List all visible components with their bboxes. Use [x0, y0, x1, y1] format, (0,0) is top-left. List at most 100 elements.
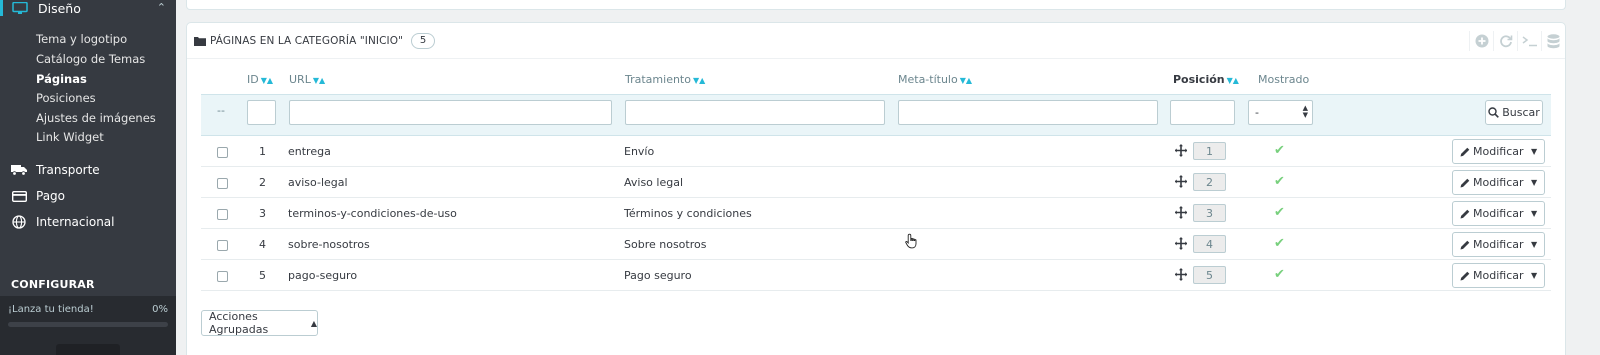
check-icon[interactable]: ✔	[1274, 236, 1285, 251]
search-label: Buscar	[1502, 106, 1540, 119]
cell-id: 4	[259, 238, 266, 251]
filter-url-input[interactable]	[289, 100, 612, 125]
edit-button[interactable]: Modificar	[1453, 145, 1524, 158]
panel-toolbar	[1469, 31, 1565, 51]
column-header-shown: Mostrado	[1258, 73, 1310, 86]
sidebar-subitem-tema[interactable]: Tema y logotipo	[36, 32, 127, 46]
section-heading-configurar: CONFIGURAR	[11, 278, 95, 291]
select-value: -	[1255, 106, 1259, 119]
add-icon[interactable]	[1469, 31, 1493, 51]
drag-handle-icon[interactable]	[1175, 237, 1187, 250]
sort-arrows-icon[interactable]: ▼▲	[693, 76, 705, 85]
cell-url: sobre-nosotros	[288, 238, 370, 251]
drag-handle-icon[interactable]	[1175, 268, 1187, 281]
filter-id-input[interactable]	[247, 100, 276, 125]
filter-select-all[interactable]: --	[217, 104, 225, 117]
edit-button[interactable]: Modificar	[1453, 269, 1524, 282]
row-checkbox[interactable]	[217, 209, 228, 220]
sidebar-item-pago[interactable]: Pago	[0, 185, 176, 207]
sidebar-item-label: Pago	[36, 189, 66, 203]
pencil-icon	[1460, 147, 1470, 156]
row-checkbox[interactable]	[217, 147, 228, 158]
table-row: 1 entrega Envío 1 ✔ Modificar ▼	[201, 136, 1551, 167]
edit-button[interactable]: Modificar	[1453, 176, 1524, 189]
count-badge: 5	[411, 32, 436, 49]
check-icon[interactable]: ✔	[1274, 267, 1285, 282]
caret-down-icon[interactable]: ▼	[1524, 178, 1544, 187]
drag-handle-icon[interactable]	[1175, 144, 1187, 157]
bulk-actions-button[interactable]: Acciones Agrupadas ▲	[201, 310, 318, 336]
cell-url: terminos-y-condiciones-de-uso	[288, 207, 457, 220]
sidebar-item-diseno[interactable]: Diseño ⌃	[0, 0, 176, 16]
search-button[interactable]: Buscar	[1485, 100, 1543, 125]
sidebar-subitem-catalogo[interactable]: Catálogo de Temas	[36, 52, 145, 66]
pencil-icon	[1460, 240, 1470, 249]
refresh-icon[interactable]	[1493, 31, 1517, 51]
cell-treatment: Sobre nosotros	[624, 238, 707, 251]
edit-label: Modificar	[1473, 207, 1524, 220]
filter-shown-select[interactable]: - ▲ ▼	[1248, 100, 1313, 125]
edit-button-group: Modificar ▼	[1452, 170, 1545, 195]
sidebar-item-label: Transporte	[36, 163, 100, 177]
cell-id: 1	[259, 145, 266, 158]
launch-button[interactable]	[56, 344, 120, 355]
table-row: 2 aviso-legal Aviso legal 2 ✔ Modificar …	[201, 167, 1551, 198]
column-header-treatment[interactable]: Tratamiento ▼▲	[625, 73, 705, 86]
folder-icon	[194, 36, 206, 46]
column-header-url[interactable]: URL ▼▲	[289, 73, 325, 86]
sidebar-item-transporte[interactable]: Transporte	[0, 159, 176, 181]
edit-button-group: Modificar ▼	[1452, 139, 1545, 164]
monitor-icon	[12, 2, 28, 14]
launch-percent: 0%	[152, 304, 168, 315]
pencil-icon	[1460, 271, 1470, 280]
header-label: URL	[289, 73, 311, 86]
sidebar-subitem-linkwidget[interactable]: Link Widget	[36, 130, 104, 144]
column-header-meta-title[interactable]: Meta-título ▼▲	[898, 73, 972, 86]
bulk-actions-label: Acciones Agrupadas	[209, 310, 269, 336]
caret-down-icon[interactable]: ▼	[1524, 240, 1544, 249]
drag-handle-icon[interactable]	[1175, 175, 1187, 188]
drag-handle-icon[interactable]	[1175, 206, 1187, 219]
caret-down-icon[interactable]: ▼	[1524, 147, 1544, 156]
filter-position-input[interactable]	[1170, 100, 1235, 125]
launch-progress-bar	[8, 322, 168, 327]
row-checkbox[interactable]	[217, 271, 228, 282]
header-label: Tratamiento	[625, 73, 691, 86]
filter-treatment-input[interactable]	[625, 100, 885, 125]
edit-button[interactable]: Modificar	[1453, 238, 1524, 251]
cell-url: entrega	[288, 145, 331, 158]
sql-icon[interactable]	[1517, 31, 1541, 51]
caret-down-icon[interactable]: ▼	[1524, 209, 1544, 218]
edit-button[interactable]: Modificar	[1453, 207, 1524, 220]
row-checkbox[interactable]	[217, 240, 228, 251]
position-value: 2	[1193, 173, 1226, 191]
row-checkbox[interactable]	[217, 178, 228, 189]
cell-treatment: Envío	[624, 145, 655, 158]
check-icon[interactable]: ✔	[1274, 205, 1285, 220]
position-value: 4	[1193, 235, 1226, 253]
column-header-position[interactable]: Posición ▼▲	[1173, 73, 1239, 86]
sidebar-subitem-posiciones[interactable]: Posiciones	[36, 91, 96, 105]
check-icon[interactable]: ✔	[1274, 143, 1285, 158]
launch-store-widget[interactable]: ¡Lanza tu tienda! 0%	[0, 296, 176, 355]
truck-icon	[11, 162, 27, 178]
sidebar-subitem-imagenes[interactable]: Ajustes de imágenes	[36, 111, 156, 125]
caret-down-icon[interactable]: ▼	[1524, 271, 1544, 280]
sort-arrows-icon[interactable]: ▼▲	[261, 76, 273, 85]
sort-arrows-icon[interactable]: ▼▲	[960, 76, 972, 85]
position-value: 1	[1193, 142, 1226, 160]
sort-arrows-icon[interactable]: ▼▲	[313, 76, 325, 85]
sort-arrows-icon[interactable]: ▼▲	[1227, 76, 1239, 85]
check-icon[interactable]: ✔	[1274, 174, 1285, 189]
filter-meta-title-input[interactable]	[898, 100, 1158, 125]
pencil-icon	[1460, 178, 1470, 187]
launch-label: ¡Lanza tu tienda!	[8, 304, 94, 315]
sidebar-item-internacional[interactable]: Internacional	[0, 211, 176, 233]
edit-label: Modificar	[1473, 269, 1524, 282]
sidebar-subitem-paginas[interactable]: Páginas	[36, 72, 87, 86]
column-header-id[interactable]: ID ▼▲	[247, 73, 273, 86]
database-icon[interactable]	[1541, 31, 1565, 51]
search-icon	[1488, 107, 1500, 118]
chevron-up-icon[interactable]: ⌃	[157, 1, 166, 14]
sidebar-item-label: Diseño	[38, 0, 81, 16]
